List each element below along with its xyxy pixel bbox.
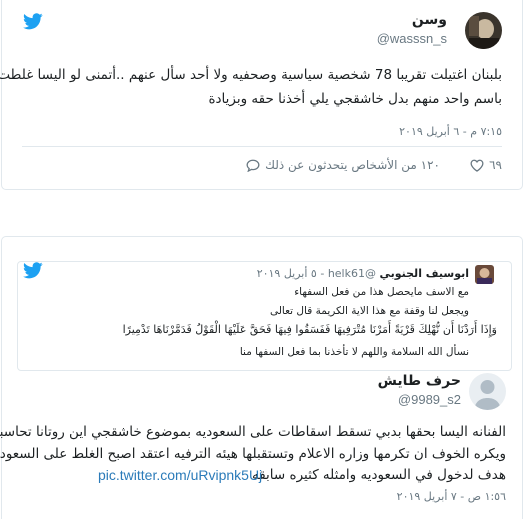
heart-icon [470,159,484,172]
quoted-text-line: وَإِذَا أَرَدْنَا أَن نُّهْلِكَ قَرْيَةً… [122,323,497,336]
quoted-text-line: مع الاسف مايحصل هذا من فعل السفهاء [294,286,469,298]
tweet-card: ابوسيف الجنوبي @helk61 - ٥ أبريل ٢٠١٩ مع… [0,236,523,519]
quoted-date[interactable]: ٥ أبريل ٢٠١٩ [257,267,317,280]
tweet-link-row: pic.twitter.com/uRvipnk5Uj [98,463,262,488]
speech-bubble-icon [246,159,260,172]
avatar[interactable] [465,12,502,49]
author-name[interactable]: وسن [412,12,447,28]
tweet-text-line: هدف لدخول في السعوديه وامثله كثيره سابقه [252,463,506,487]
quoted-author-name[interactable]: ابوسيف الجنوبي [379,267,469,280]
divider [22,146,502,147]
tweet-timestamp[interactable]: ١:٥٦ ص - ٧ أبريل ٢٠١٩ [397,490,506,503]
avatar-image [469,373,506,410]
author-handle[interactable]: @9989_s2 [398,392,461,407]
tweet-text-line: بلبنان اغتيلت تقريبا 78 شخصية سياسية وصح… [0,67,502,83]
people-talking: ١٢٠ من الأشخاص يتحدثون عن ذلك [265,158,440,172]
reply-action[interactable]: ١٢٠ من الأشخاص يتحدثون عن ذلك [246,158,440,172]
quoted-header: ابوسيف الجنوبي @helk61 - ٥ أبريل ٢٠١٩ [256,267,469,280]
avatar[interactable] [469,373,506,410]
quoted-avatar[interactable] [475,265,494,284]
quoted-tweet[interactable]: ابوسيف الجنوبي @helk61 - ٥ أبريل ٢٠١٩ مع… [17,261,512,371]
avatar-image [465,12,502,49]
tweet-text-segment: هدف لدخول في السعوديه وامثله كثيره سابقه [251,467,506,483]
tweet-text-line: الفنانه اليسا بحقها بدبي تسقط اسقاطات عل… [0,424,506,440]
like-count: ٦٩ [489,158,502,172]
quoted-avatar-image [475,265,494,284]
tweet-card: وسن @wasssn_s بلبنان اغتيلت تقريبا 78 شخ… [0,0,523,190]
like-action[interactable]: ٦٩ [470,158,502,172]
twitter-bird-icon[interactable] [23,13,43,30]
quoted-author-handle[interactable]: @helk61 [328,267,376,280]
author-name[interactable]: حرف طايش [378,373,461,389]
tweet-link[interactable]: pic.twitter.com/uRvipnk5Uj [98,467,262,483]
quoted-text-line: نسأل الله السلامة واللهم لا تأخذنا بما ف… [239,346,469,358]
quoted-text-line: ويجعل لنا وقفة مع هذا الاية الكريمة قال … [269,305,469,317]
tweet-text-line: باسم واحد منهم بدل خاشقجي يلي أخذنا حقه … [208,91,502,107]
author-handle[interactable]: @wasssn_s [377,31,447,46]
tweet-timestamp[interactable]: ٧:١٥ م - ٦ أبريل ٢٠١٩ [399,125,502,138]
